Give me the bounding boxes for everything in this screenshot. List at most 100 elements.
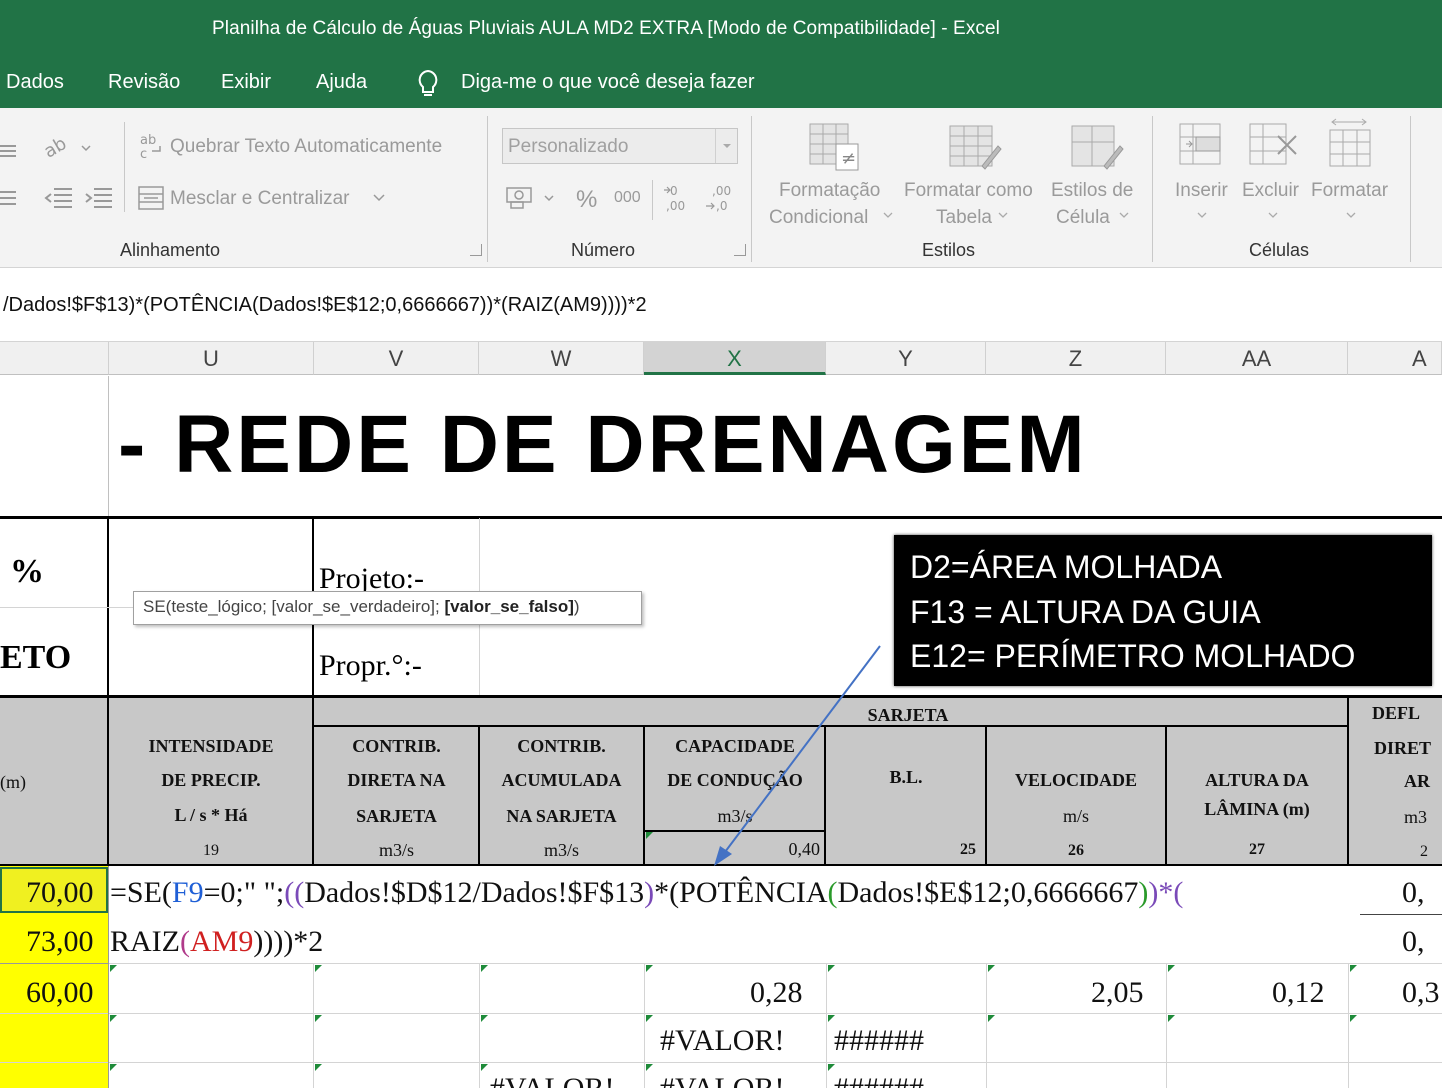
insert-cells-icon[interactable] (1178, 122, 1224, 168)
col-num-z: 26 (1068, 842, 1084, 859)
velocidade-line1: VELOCIDADE (1014, 770, 1138, 790)
cell-x12[interactable]: #VALOR! (660, 1024, 784, 1058)
cell-aa11[interactable]: 0,12 (1272, 976, 1325, 1010)
contrib-direta-unit: m3/s (378, 840, 414, 860)
column-header-blank[interactable] (0, 342, 109, 375)
chevron-down-icon[interactable] (373, 194, 385, 202)
altura-line2: LÂMINA (m) (1204, 799, 1310, 819)
merge-center-icon[interactable] (138, 186, 164, 210)
decrease-decimal-icon[interactable]: ,00,0 (704, 182, 734, 214)
col-num-y: 25 (960, 841, 976, 858)
wrap-text-icon[interactable]: abc (138, 132, 164, 160)
callout-line-3: E12= PERÍMETRO MOLHADO (910, 638, 1356, 674)
currency-icon[interactable] (505, 184, 557, 214)
chevron-down-icon[interactable] (1119, 212, 1129, 220)
format-cells-icon[interactable] (1324, 118, 1376, 170)
increase-indent-icon[interactable] (84, 186, 114, 210)
sheet-title: - REDE DE DRENAGEM (118, 399, 1088, 490)
insert-button[interactable]: Inserir (1175, 180, 1228, 202)
column-header-v[interactable]: V (314, 342, 479, 375)
column-header-u[interactable]: U (109, 342, 314, 375)
formula-bar-text[interactable]: /Dados!$F$13)*(POTÊNCIA(Dados!$E$12;0,66… (3, 294, 647, 317)
format-as-table-label-2: Tabela (936, 207, 992, 228)
cell-y12[interactable]: ###### (834, 1024, 924, 1058)
cell-w13[interactable]: #VALOR! (490, 1072, 614, 1088)
cell-x11[interactable]: 0,28 (750, 976, 803, 1010)
svg-text:,00: ,00 (666, 199, 685, 213)
callout-line-1: D2=ÁREA MOLHADA (910, 549, 1223, 585)
column-header-ab[interactable]: A (1348, 342, 1442, 375)
cell-z11[interactable]: 2,05 (1091, 976, 1144, 1010)
decrease-indent-icon[interactable] (44, 186, 74, 210)
increase-decimal-icon[interactable]: 0,00 (662, 182, 692, 214)
svg-text:c: c (140, 147, 147, 160)
merge-center-button[interactable]: Mesclar e Centralizar (170, 188, 350, 210)
svg-text:,00: ,00 (712, 184, 731, 198)
cell-ab9[interactable]: 0, (1402, 876, 1425, 910)
annotation-callout: D2=ÁREA MOLHADA F13 = ALTURA DA GUIA E12… (894, 535, 1432, 686)
chevron-down-icon[interactable] (1268, 212, 1278, 220)
cell-x13[interactable]: #VALOR! (660, 1072, 784, 1088)
column-header-y[interactable]: Y (826, 342, 986, 375)
percent-button[interactable]: % (576, 186, 597, 214)
diret-header: DIRET (1374, 738, 1432, 758)
cell-edit-formula-line1[interactable]: =SE(F9=0;" ";((Dados!$D$12/Dados!$F$13)*… (110, 876, 1183, 910)
cell-ab10[interactable]: 0, (1402, 925, 1425, 959)
cell-t9[interactable]: 70,00 (26, 876, 94, 910)
column-header-aa[interactable]: AA (1166, 342, 1348, 375)
alignment-launcher-icon[interactable] (470, 244, 482, 256)
ribbon: ab ab c Quebrar Texto Automaticamente Mes… (0, 108, 1442, 268)
m-label: (m) (0, 772, 26, 792)
column-header-w[interactable]: W (479, 342, 644, 375)
thousands-button[interactable]: 000 (614, 189, 641, 207)
chevron-down-icon[interactable] (1346, 212, 1356, 220)
chevron-down-icon[interactable] (998, 212, 1008, 220)
align-left-icon[interactable] (0, 144, 20, 158)
menu-exibir[interactable]: Exibir (221, 71, 271, 94)
conditional-formatting-button[interactable]: Formatação (779, 180, 880, 202)
proprietario-label: Propr.°:- (319, 649, 422, 682)
contrib-acum-unit: m3/s (543, 840, 579, 860)
function-tooltip[interactable]: SE(teste_lógico; [valor_se_verdadeiro]; … (133, 591, 642, 625)
menu-revisao[interactable]: Revisão (108, 71, 180, 94)
cell-y13[interactable]: ###### (834, 1072, 924, 1088)
cell-t11[interactable]: 60,00 (26, 976, 94, 1010)
eto-label: ETO (0, 639, 72, 676)
cell-ab11[interactable]: 0,3 (1402, 976, 1440, 1010)
format-as-table-button[interactable]: Formatar como (904, 180, 1033, 202)
cell-t10[interactable]: 73,00 (26, 925, 94, 959)
cell-styles-button[interactable]: Estilos de (1051, 180, 1133, 202)
velocidade-unit: m/s (1062, 806, 1089, 826)
chevron-down-icon[interactable] (1197, 212, 1207, 220)
svg-text:≠: ≠ (841, 148, 856, 169)
number-format-select[interactable]: Personalizado (502, 128, 738, 164)
contrib-direta-line3: SARJETA (356, 806, 437, 826)
delete-button[interactable]: Excluir (1242, 180, 1299, 202)
cell-edit-formula-line2[interactable]: RAIZ(AM9))))*2 (110, 925, 323, 959)
delete-cells-icon[interactable] (1248, 122, 1300, 168)
svg-text:,0: ,0 (716, 199, 727, 213)
orientation-icon[interactable]: ab (44, 134, 92, 160)
tell-me-search[interactable]: Diga-me o que você deseja fazer (461, 71, 755, 94)
number-launcher-icon[interactable] (734, 244, 746, 256)
defl-header: DEFL (1372, 703, 1421, 723)
indent-left-icon[interactable] (0, 190, 20, 206)
wrap-text-button[interactable]: Quebrar Texto Automaticamente (170, 136, 442, 158)
col-num-aa: 27 (1249, 841, 1265, 858)
column-header-z[interactable]: Z (986, 342, 1166, 375)
menu-dados[interactable]: Dados (6, 71, 64, 94)
annotation-arrow (714, 645, 881, 866)
formula-bar[interactable]: /Dados!$F$13)*(POTÊNCIA(Dados!$E$12;0,66… (0, 268, 1442, 342)
contrib-direta-line2: DIRETA NA (347, 770, 446, 790)
chevron-down-icon[interactable] (715, 129, 737, 163)
conditional-formatting-icon[interactable]: ≠ (808, 122, 860, 174)
format-button[interactable]: Formatar (1311, 180, 1388, 202)
lightbulb-icon[interactable] (414, 68, 442, 100)
window-title: Planilha de Cálculo de Águas Pluviais AU… (212, 18, 1001, 39)
format-as-table-icon[interactable] (948, 122, 1002, 174)
menu-ajuda[interactable]: Ajuda (316, 71, 367, 94)
column-header-x[interactable]: X (644, 342, 826, 375)
contrib-acum-line3: NA SARJETA (506, 806, 617, 826)
chevron-down-icon[interactable] (883, 212, 893, 220)
cell-styles-icon[interactable] (1070, 122, 1124, 174)
